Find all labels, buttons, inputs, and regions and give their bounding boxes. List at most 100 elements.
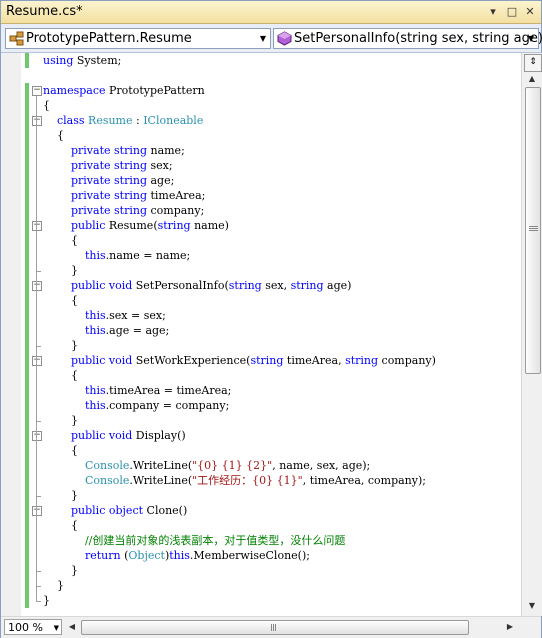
method-icon [277, 31, 292, 46]
change-indicator [25, 113, 29, 128]
code-line[interactable]: private string name; [1, 143, 521, 158]
change-indicator [25, 593, 29, 608]
code-editor-window: Resume.cs* ▾ □ ✕ PrototypePattern.Resume… [0, 0, 542, 638]
code-line[interactable] [1, 68, 521, 83]
code-line[interactable]: this.sex = sex; [1, 308, 521, 323]
collapse-toggle-icon[interactable]: − [32, 506, 42, 516]
collapse-toggle-icon[interactable]: − [32, 281, 42, 291]
code-text: private string age; [70, 174, 175, 187]
code-line[interactable]: Console.WriteLine("{0} {1} {2}", name, s… [1, 458, 521, 473]
code-line[interactable]: this.company = company; [1, 398, 521, 413]
code-line[interactable]: − public void SetWorkExperience(string t… [1, 353, 521, 368]
code-text: } [43, 339, 78, 352]
code-editor[interactable]: using System; − namespace PrototypePattern… [1, 53, 541, 616]
code-line[interactable]: { [1, 368, 521, 383]
type-dropdown[interactable]: PrototypePattern.Resume ▼ [5, 28, 271, 49]
code-line[interactable]: } [1, 263, 521, 278]
zoom-level: 100 % [8, 621, 43, 634]
change-indicator [25, 53, 29, 68]
editor-bottom-bar: 100 % ▼ ◀ ▶ [1, 616, 541, 638]
document-tab[interactable]: Resume.cs* ▾ □ ✕ [1, 1, 541, 24]
change-indicator [25, 353, 29, 368]
change-indicator [25, 488, 29, 503]
outline-end-mark [36, 421, 41, 422]
code-line[interactable]: this.timeArea = timeArea; [1, 383, 521, 398]
window-menu-dropdown-icon[interactable]: ▾ [485, 4, 501, 20]
change-indicator [25, 413, 29, 428]
code-text: using System; [43, 54, 122, 67]
code-text: { [43, 444, 78, 457]
code-line[interactable]: private string company; [1, 203, 521, 218]
code-line[interactable]: { [1, 293, 521, 308]
close-icon[interactable]: ✕ [522, 4, 538, 20]
horizontal-scrollbar[interactable]: ◀ ▶ [65, 619, 519, 635]
change-indicator [25, 158, 29, 173]
code-text: public void SetPersonalInfo(string sex, … [70, 279, 352, 292]
change-indicator [25, 548, 29, 563]
code-line[interactable]: { [1, 443, 521, 458]
code-line[interactable]: } [1, 338, 521, 353]
code-line[interactable]: { [1, 98, 521, 113]
maximize-icon[interactable]: □ [504, 4, 520, 20]
collapse-toggle-icon[interactable]: − [32, 221, 42, 231]
member-dropdown[interactable]: SetPersonalInfo(string sex, string age) … [273, 28, 542, 49]
collapse-toggle-icon[interactable]: − [32, 86, 42, 96]
code-line[interactable]: { [1, 128, 521, 143]
zoom-dropdown[interactable]: 100 % ▼ [4, 619, 62, 635]
chevron-down-icon[interactable]: ▼ [54, 620, 59, 636]
change-indicator [25, 473, 29, 488]
change-indicator [25, 518, 29, 533]
collapse-toggle-icon[interactable]: − [32, 431, 42, 441]
code-line[interactable]: private string age; [1, 173, 521, 188]
change-indicator [25, 383, 29, 398]
code-line[interactable]: } [1, 488, 521, 503]
code-line[interactable]: this.age = age; [1, 323, 521, 338]
code-text: public object Clone() [70, 504, 188, 517]
change-indicator [25, 188, 29, 203]
horizontal-scroll-thumb[interactable] [81, 620, 469, 635]
collapse-toggle-icon[interactable]: − [32, 116, 42, 126]
scroll-right-arrow-icon[interactable]: ▶ [503, 619, 517, 635]
change-indicator [25, 503, 29, 518]
vertical-scrollbar[interactable]: ⇕ ▲ ▼ [521, 53, 542, 616]
code-line[interactable]: − public object Clone() [1, 503, 521, 518]
code-line[interactable]: } [1, 593, 521, 608]
code-line[interactable]: { [1, 233, 521, 248]
outline-end-mark [36, 571, 41, 572]
code-line[interactable]: } [1, 413, 521, 428]
code-line[interactable]: − public Resume(string name) [1, 218, 521, 233]
scroll-up-arrow-icon[interactable]: ▲ [524, 71, 540, 87]
code-line[interactable]: } [1, 563, 521, 578]
code-line[interactable]: − namespace PrototypePattern [1, 83, 521, 98]
code-text: } [43, 564, 78, 577]
code-line[interactable]: //创建当前对象的浅表副本，对于值类型，没什么问题 [1, 533, 521, 548]
change-indicator [25, 278, 29, 293]
code-line[interactable]: return (Object)this.MemberwiseClone(); [1, 548, 521, 563]
navigation-bar: PrototypePattern.Resume ▼ SetPersonalInf… [1, 24, 542, 53]
code-line[interactable]: − public void SetPersonalInfo(string sex… [1, 278, 521, 293]
change-indicator [25, 218, 29, 233]
code-line[interactable]: using System; [1, 53, 521, 68]
scroll-down-arrow-icon[interactable]: ▼ [524, 598, 540, 614]
code-text: } [43, 264, 78, 277]
code-line[interactable]: } [1, 578, 521, 593]
code-line[interactable]: private string sex; [1, 158, 521, 173]
chevron-down-icon[interactable]: ▼ [524, 29, 538, 48]
vertical-scroll-thumb[interactable] [525, 87, 541, 374]
code-line[interactable]: private string timeArea; [1, 188, 521, 203]
collapse-toggle-icon[interactable]: − [32, 356, 42, 366]
change-indicator [25, 308, 29, 323]
code-line[interactable]: this.name = name; [1, 248, 521, 263]
code-text: public Resume(string name) [70, 219, 229, 232]
scroll-left-arrow-icon[interactable]: ◀ [65, 619, 79, 635]
splitter-icon[interactable]: ⇕ [524, 54, 542, 72]
code-line[interactable]: − class Resume : ICloneable [1, 113, 521, 128]
code-line[interactable]: − public void Display() [1, 428, 521, 443]
chevron-down-icon[interactable]: ▼ [256, 29, 270, 48]
change-indicator [25, 173, 29, 188]
code-line[interactable]: { [1, 518, 521, 533]
code-line[interactable]: Console.WriteLine("工作经历：{0} {1}", timeAr… [1, 473, 521, 488]
change-indicator [25, 338, 29, 353]
outline-end-mark [36, 586, 41, 587]
code-text: public void SetWorkExperience(string tim… [70, 354, 436, 367]
